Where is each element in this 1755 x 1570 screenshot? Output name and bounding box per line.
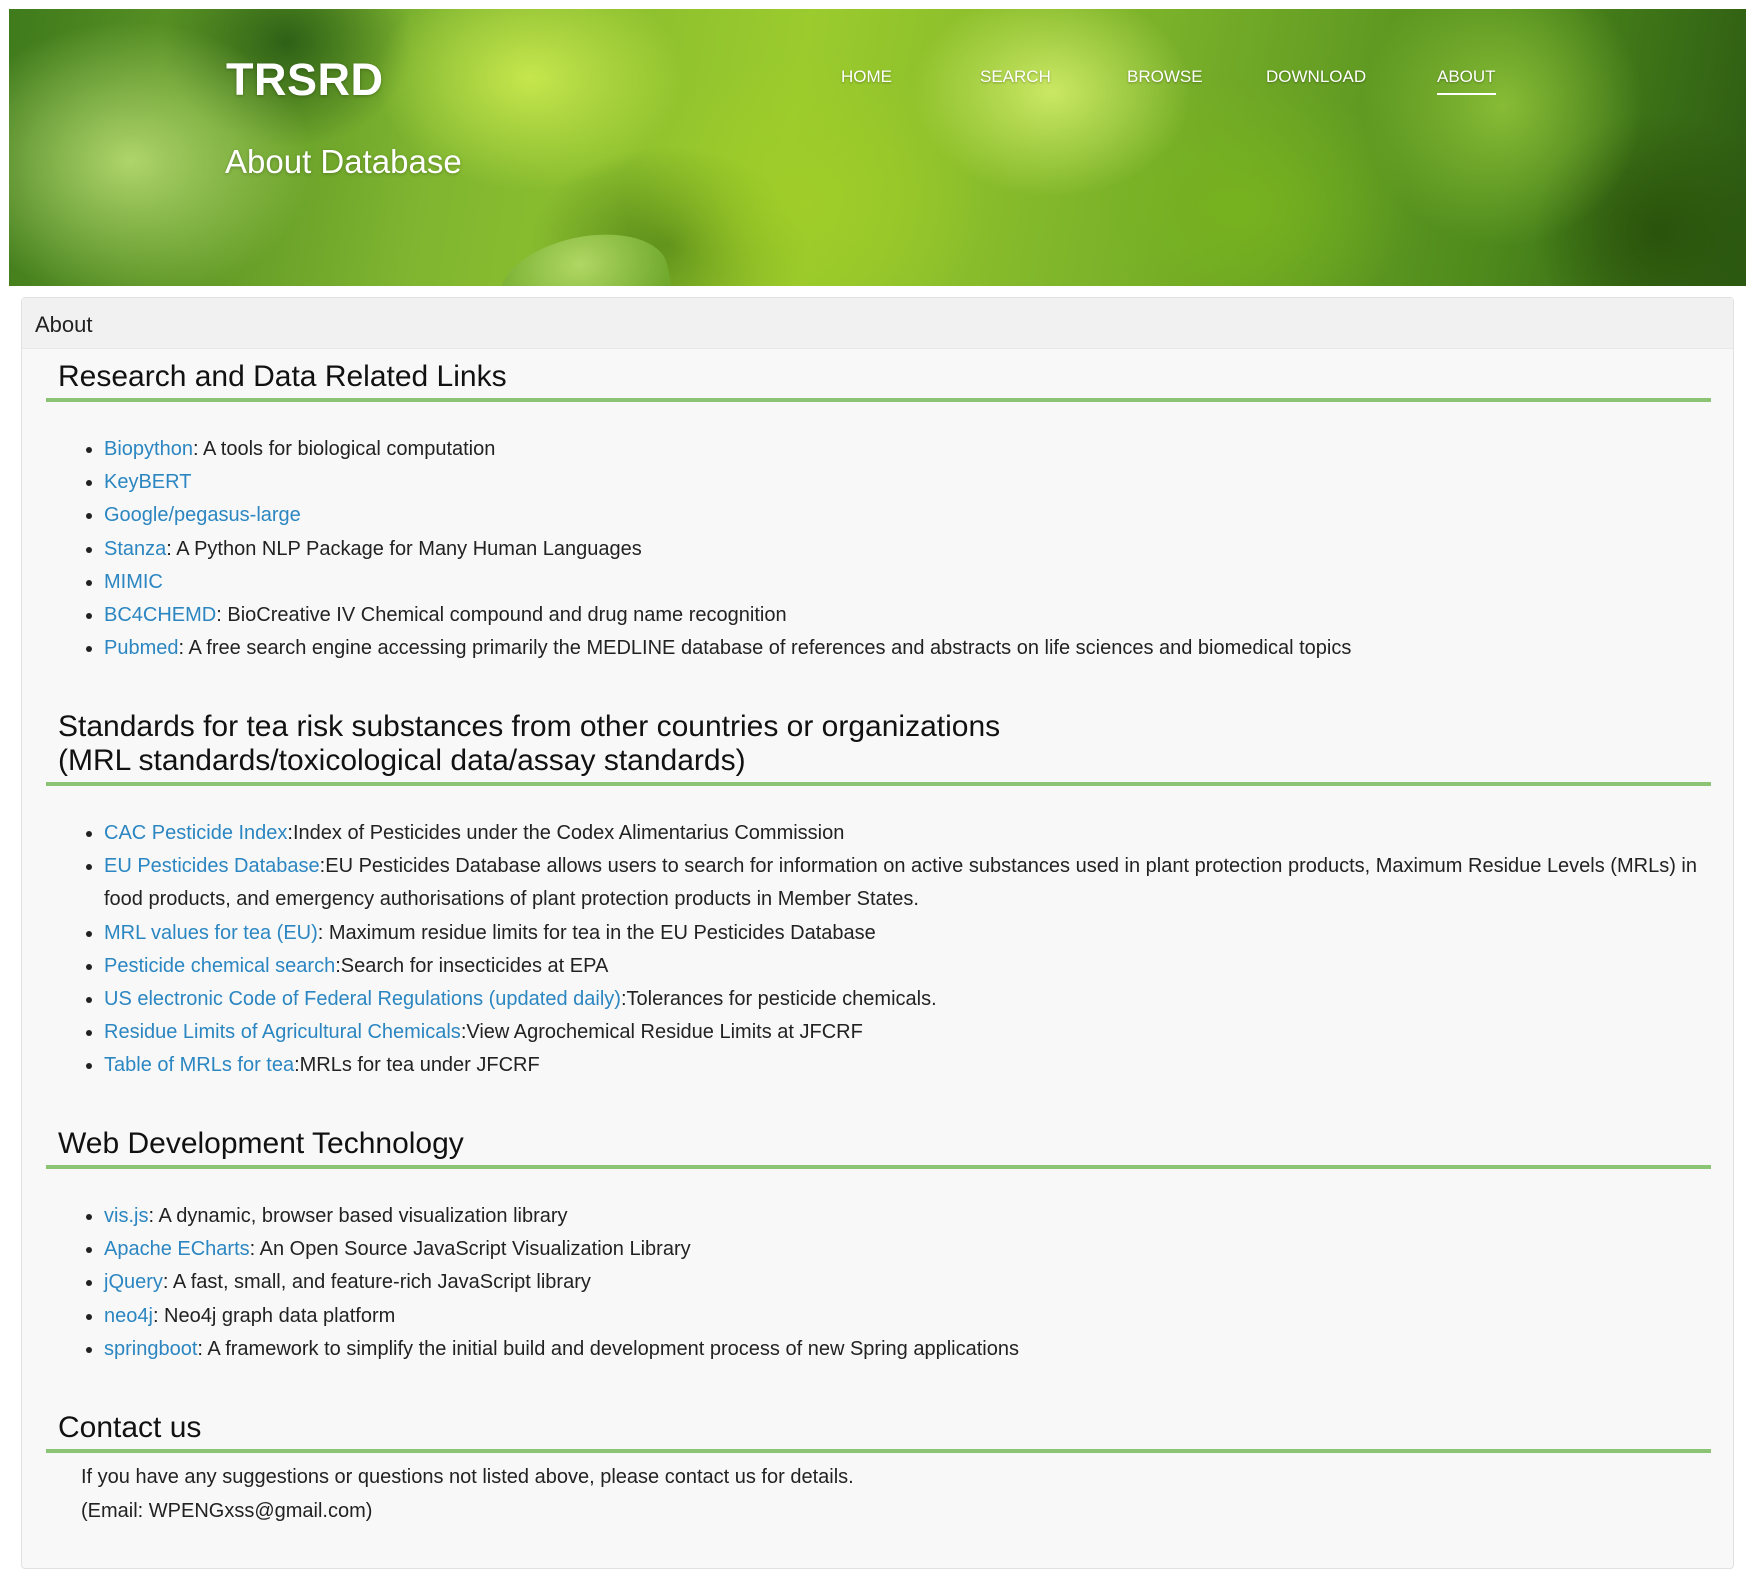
list-item: Table of MRLs for tea:MRLs for tea under… bbox=[104, 1049, 1711, 1082]
link-bc4chemd[interactable]: BC4CHEMD bbox=[104, 604, 216, 626]
list-item: springboot: A framework to simplify the … bbox=[104, 1333, 1711, 1366]
list-item: BC4CHEMD: BioCreative IV Chemical compou… bbox=[104, 599, 1711, 632]
link-residue-limits-agri-chemicals[interactable]: Residue Limits of Agricultural Chemicals bbox=[104, 1021, 461, 1043]
list-item: vis.js: A dynamic, browser based visuali… bbox=[104, 1200, 1711, 1233]
link-description: : BioCreative IV Chemical compound and d… bbox=[216, 604, 787, 627]
list-item: Biopython: A tools for biological comput… bbox=[104, 433, 1711, 466]
link-jquery[interactable]: jQuery bbox=[104, 1271, 163, 1293]
link-description: : A dynamic, browser based visualization… bbox=[148, 1205, 568, 1227]
link-keybert[interactable]: KeyBERT bbox=[104, 471, 191, 493]
link-description: : A free search engine accessing primari… bbox=[178, 637, 1352, 660]
section-heading: Standards for tea risk substances from o… bbox=[46, 710, 1711, 786]
link-description: : An Open Source JavaScript Visualizatio… bbox=[249, 1238, 691, 1261]
link-cac-pesticide-index[interactable]: CAC Pesticide Index bbox=[104, 822, 287, 844]
link-description: : A tools for biological computation bbox=[192, 438, 496, 460]
list-item: MIMIC bbox=[104, 566, 1711, 599]
leaf-image bbox=[491, 220, 677, 286]
about-panel: About Research and Data Related Links Bi… bbox=[21, 297, 1734, 1569]
heading-line: (MRL standards/toxicological data/assay … bbox=[58, 744, 746, 777]
list-item: Pubmed: A free search engine accessing p… bbox=[104, 632, 1711, 665]
nav-download[interactable]: DOWNLOAD bbox=[1266, 67, 1366, 93]
list-item: Apache ECharts: An Open Source JavaScrip… bbox=[104, 1233, 1711, 1266]
link-eu-pesticides-database[interactable]: EU Pesticides Database bbox=[104, 855, 320, 877]
list-item: Pesticide chemical search:Search for ins… bbox=[104, 950, 1711, 983]
section-standards: Standards for tea risk substances from o… bbox=[46, 710, 1711, 1083]
section-heading: Research and Data Related Links bbox=[46, 360, 1711, 402]
list-item: MRL values for tea (EU): Maximum residue… bbox=[104, 917, 1711, 950]
list-item: US electronic Code of Federal Regulation… bbox=[104, 983, 1711, 1016]
list-item: CAC Pesticide Index:Index of Pesticides … bbox=[104, 817, 1711, 850]
link-description: :Search for insecticides at EPA bbox=[335, 954, 609, 977]
link-description: : A framework to simplify the initial bu… bbox=[197, 1337, 1019, 1360]
contact-email: (Email: WPENGxss@gmail.com) bbox=[81, 1499, 373, 1522]
link-description: :Tolerances for pesticide chemicals. bbox=[620, 988, 937, 1011]
link-pegasus[interactable]: Google/pegasus-large bbox=[104, 504, 301, 526]
nav-search[interactable]: SEARCH bbox=[980, 67, 1051, 93]
list-item: EU Pesticides Database:EU Pesticides Dat… bbox=[104, 850, 1711, 916]
link-stanza[interactable]: Stanza bbox=[104, 538, 166, 560]
link-pubmed[interactable]: Pubmed bbox=[104, 637, 179, 659]
nav-home[interactable]: HOME bbox=[841, 67, 892, 93]
link-description: :Index of Pesticides under the Codex Ali… bbox=[287, 822, 845, 844]
heading-line: Standards for tea risk substances from o… bbox=[58, 710, 1001, 743]
link-neo4j[interactable]: neo4j bbox=[104, 1305, 153, 1327]
link-description: :View Agrochemical Residue Limits at JFC… bbox=[460, 1021, 863, 1044]
list-item: neo4j: Neo4j graph data platform bbox=[104, 1300, 1711, 1333]
link-apache-echarts[interactable]: Apache ECharts bbox=[104, 1238, 250, 1260]
link-mrl-values-tea-eu[interactable]: MRL values for tea (EU) bbox=[104, 922, 318, 944]
page-heading: About Database bbox=[225, 143, 462, 180]
link-springboot[interactable]: springboot bbox=[104, 1338, 197, 1360]
header-banner: TRSRD About Database HOME SEARCH BROWSE … bbox=[9, 9, 1746, 286]
panel-title: About bbox=[22, 298, 1733, 349]
link-description: : A Python NLP Package for Many Human La… bbox=[166, 537, 642, 560]
list-item: KeyBERT bbox=[104, 466, 1711, 499]
link-description: :EU Pesticides Database allows users to … bbox=[104, 855, 1697, 911]
link-visjs[interactable]: vis.js bbox=[104, 1205, 148, 1227]
link-description: : Neo4j graph data platform bbox=[152, 1304, 396, 1327]
section-web-dev: Web Development Technology vis.js: A dyn… bbox=[46, 1127, 1711, 1366]
web-dev-list: vis.js: A dynamic, browser based visuali… bbox=[46, 1200, 1711, 1366]
link-description: : Maximum residue limits for tea in the … bbox=[317, 921, 876, 944]
section-contact: Contact us If you have any suggestions o… bbox=[46, 1411, 1711, 1528]
link-biopython[interactable]: Biopython bbox=[104, 438, 193, 460]
list-item: Stanza: A Python NLP Package for Many Hu… bbox=[104, 533, 1711, 566]
main-nav: HOME SEARCH BROWSE DOWNLOAD ABOUT bbox=[9, 67, 1746, 107]
list-item: jQuery: A fast, small, and feature-rich … bbox=[104, 1266, 1711, 1299]
link-mimic[interactable]: MIMIC bbox=[104, 571, 163, 593]
section-heading: Web Development Technology bbox=[46, 1127, 1711, 1169]
standards-list: CAC Pesticide Index:Index of Pesticides … bbox=[46, 817, 1711, 1083]
research-links-list: Biopython: A tools for biological comput… bbox=[46, 433, 1711, 665]
link-table-mrls-tea[interactable]: Table of MRLs for tea bbox=[104, 1054, 294, 1076]
contact-text: If you have any suggestions or questions… bbox=[46, 1461, 1711, 1528]
list-item: Residue Limits of Agricultural Chemicals… bbox=[104, 1016, 1711, 1049]
link-description: : A fast, small, and feature-rich JavaSc… bbox=[162, 1271, 591, 1294]
contact-message: If you have any suggestions or questions… bbox=[81, 1466, 854, 1488]
nav-about[interactable]: ABOUT bbox=[1437, 67, 1496, 95]
list-item: Google/pegasus-large bbox=[104, 499, 1711, 532]
section-heading: Contact us bbox=[46, 1411, 1711, 1453]
nav-browse[interactable]: BROWSE bbox=[1127, 67, 1203, 93]
section-research-links: Research and Data Related Links Biopytho… bbox=[46, 360, 1711, 665]
link-description: :MRLs for tea under JFCRF bbox=[294, 1054, 540, 1077]
link-pesticide-chemical-search[interactable]: Pesticide chemical search bbox=[104, 955, 335, 977]
link-us-ecfr[interactable]: US electronic Code of Federal Regulation… bbox=[104, 988, 621, 1010]
